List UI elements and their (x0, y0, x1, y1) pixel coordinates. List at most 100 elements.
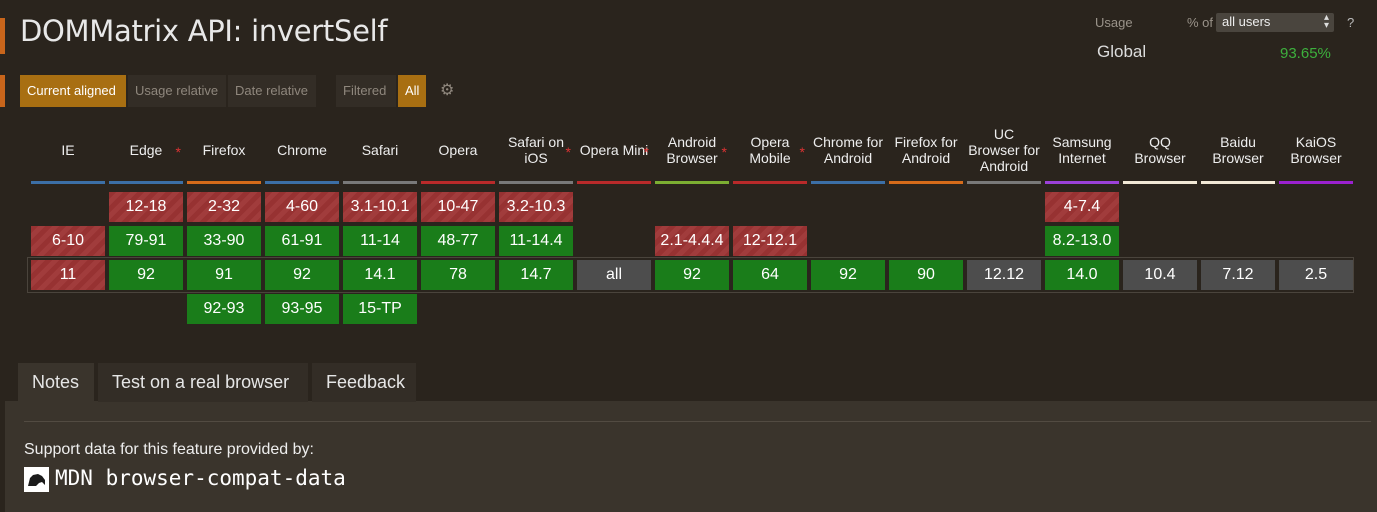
browser-name: Safari (361, 141, 399, 158)
browser-header-7[interactable]: Opera Mini * (577, 118, 651, 184)
browser-name: Opera (438, 141, 478, 158)
browser-name: Firefox for Android (894, 133, 958, 166)
global-usage-percent: 93.65% (1280, 45, 1331, 62)
browser-name: Edge (129, 141, 163, 158)
browser-header-3[interactable]: Chrome (265, 118, 339, 184)
support-cell[interactable]: 79-91 (109, 226, 183, 256)
browser-header-10[interactable]: Chrome for Android (811, 118, 885, 184)
support-cell[interactable]: 14.0 (1045, 260, 1119, 290)
support-cell[interactable]: 48-77 (421, 226, 495, 256)
browser-header-1[interactable]: Edge * (109, 118, 183, 184)
filtered-button[interactable]: Filtered (336, 75, 396, 107)
support-cell[interactable]: 2-32 (187, 192, 261, 222)
browser-header-4[interactable]: Safari (343, 118, 417, 184)
support-cell[interactable]: 7.12 (1201, 260, 1275, 290)
browser-header-6[interactable]: Safari on iOS * (499, 118, 573, 184)
browser-name: Samsung Internet (1052, 133, 1112, 166)
support-cell[interactable]: 3.1-10.1 (343, 192, 417, 222)
support-cell[interactable]: 93-95 (265, 294, 339, 324)
usage-label: Usage (1095, 15, 1133, 30)
help-link[interactable]: ? (1347, 15, 1354, 30)
browser-header-11[interactable]: Firefox for Android (889, 118, 963, 184)
support-cell[interactable]: 12-18 (109, 192, 183, 222)
support-cell[interactable]: 4-7.4 (1045, 192, 1119, 222)
support-cell[interactable]: 91 (187, 260, 261, 290)
browser-header-14[interactable]: QQ Browser (1123, 118, 1197, 184)
support-cell[interactable]: 4-60 (265, 192, 339, 222)
usage-scope-select[interactable]: all users ▴ ▾ (1216, 13, 1334, 32)
usage-scope-value: all users (1222, 14, 1271, 29)
support-cell[interactable]: all (577, 260, 651, 290)
browser-header-9[interactable]: Opera Mobile * (733, 118, 807, 184)
browser-name: KaiOS Browser (1290, 133, 1342, 166)
browser-name: Opera Mini (579, 141, 649, 158)
support-cell[interactable]: 2.5 (1279, 260, 1353, 290)
all-button[interactable]: All (398, 75, 426, 107)
browser-header-0[interactable]: IE (31, 118, 105, 184)
support-cell[interactable]: 90 (889, 260, 963, 290)
support-cell[interactable]: 92-93 (187, 294, 261, 324)
browser-name: Firefox (202, 141, 246, 158)
support-cell[interactable]: 14.1 (343, 260, 417, 290)
browser-header-13[interactable]: Samsung Internet (1045, 118, 1119, 184)
browser-name: UC Browser for Android (968, 125, 1040, 174)
current-aligned-button[interactable]: Current aligned (20, 75, 126, 107)
browser-name: Chrome (277, 141, 327, 158)
support-cell[interactable]: 61-91 (265, 226, 339, 256)
support-cell[interactable]: 92 (655, 260, 729, 290)
support-cell[interactable]: 64 (733, 260, 807, 290)
browser-name: Safari on iOS (507, 133, 565, 166)
date-relative-button[interactable]: Date relative (228, 75, 316, 107)
note-star-icon: * (799, 144, 805, 160)
support-cell[interactable]: 3.2-10.3 (499, 192, 573, 222)
usage-relative-button[interactable]: Usage relative (128, 75, 226, 107)
percent-of-label: % of (1187, 15, 1214, 30)
tab-feedback[interactable]: Feedback (312, 363, 416, 402)
support-cell[interactable]: 6-10 (31, 226, 105, 256)
global-label: Global (1097, 42, 1147, 61)
mdn-logo-icon (24, 467, 49, 492)
browser-header-16[interactable]: KaiOS Browser (1279, 118, 1353, 184)
support-cell[interactable]: 92 (265, 260, 339, 290)
support-cell[interactable]: 92 (811, 260, 885, 290)
note-star-icon: * (175, 144, 181, 160)
support-cell[interactable]: 33-90 (187, 226, 261, 256)
browser-header-12[interactable]: UC Browser for Android (967, 118, 1041, 184)
browser-name: Opera Mobile (749, 133, 791, 166)
support-cell[interactable]: 11-14.4 (499, 226, 573, 256)
page-title: DOMMatrix API: invertSelf (20, 14, 388, 48)
support-data-text: Support data for this feature provided b… (24, 441, 314, 458)
browser-name: IE (61, 141, 75, 158)
support-cell[interactable]: 92 (109, 260, 183, 290)
browser-name: Chrome for Android (812, 133, 884, 166)
browser-header-15[interactable]: Baidu Browser (1201, 118, 1275, 184)
support-cell[interactable]: 78 (421, 260, 495, 290)
browser-name: Android Browser (666, 133, 718, 166)
support-cell[interactable]: 12-12.1 (733, 226, 807, 256)
note-star-icon: * (565, 144, 571, 160)
page-edge-marker (0, 18, 5, 54)
browser-name: Baidu Browser (1212, 133, 1264, 166)
support-cell[interactable]: 12.12 (967, 260, 1041, 290)
browser-name: QQ Browser (1134, 133, 1186, 166)
note-star-icon: * (643, 144, 649, 160)
browser-header-8[interactable]: Android Browser * (655, 118, 729, 184)
support-cell[interactable]: 10.4 (1123, 260, 1197, 290)
support-cell[interactable]: 2.1-4.4.4 (655, 226, 729, 256)
controls-edge-marker (0, 75, 5, 107)
settings-gear-icon[interactable]: ⚙ (440, 80, 454, 100)
browser-header-5[interactable]: Opera (421, 118, 495, 184)
tab-notes[interactable]: Notes (18, 363, 94, 402)
support-cell[interactable]: 11-14 (343, 226, 417, 256)
tab-test-real-browser[interactable]: Test on a real browser (98, 363, 308, 402)
mdn-compat-data-link[interactable]: MDN browser-compat-data (55, 466, 346, 490)
support-cell[interactable]: 15-TP (343, 294, 417, 324)
support-cell[interactable]: 11 (31, 260, 105, 290)
panel-divider (24, 421, 1371, 422)
browser-header-2[interactable]: Firefox (187, 118, 261, 184)
note-star-icon: * (721, 144, 727, 160)
support-cell[interactable]: 14.7 (499, 260, 573, 290)
support-cell[interactable]: 10-47 (421, 192, 495, 222)
support-cell[interactable]: 8.2-13.0 (1045, 226, 1119, 256)
select-arrows-icon: ▴ ▾ (1323, 12, 1329, 31)
